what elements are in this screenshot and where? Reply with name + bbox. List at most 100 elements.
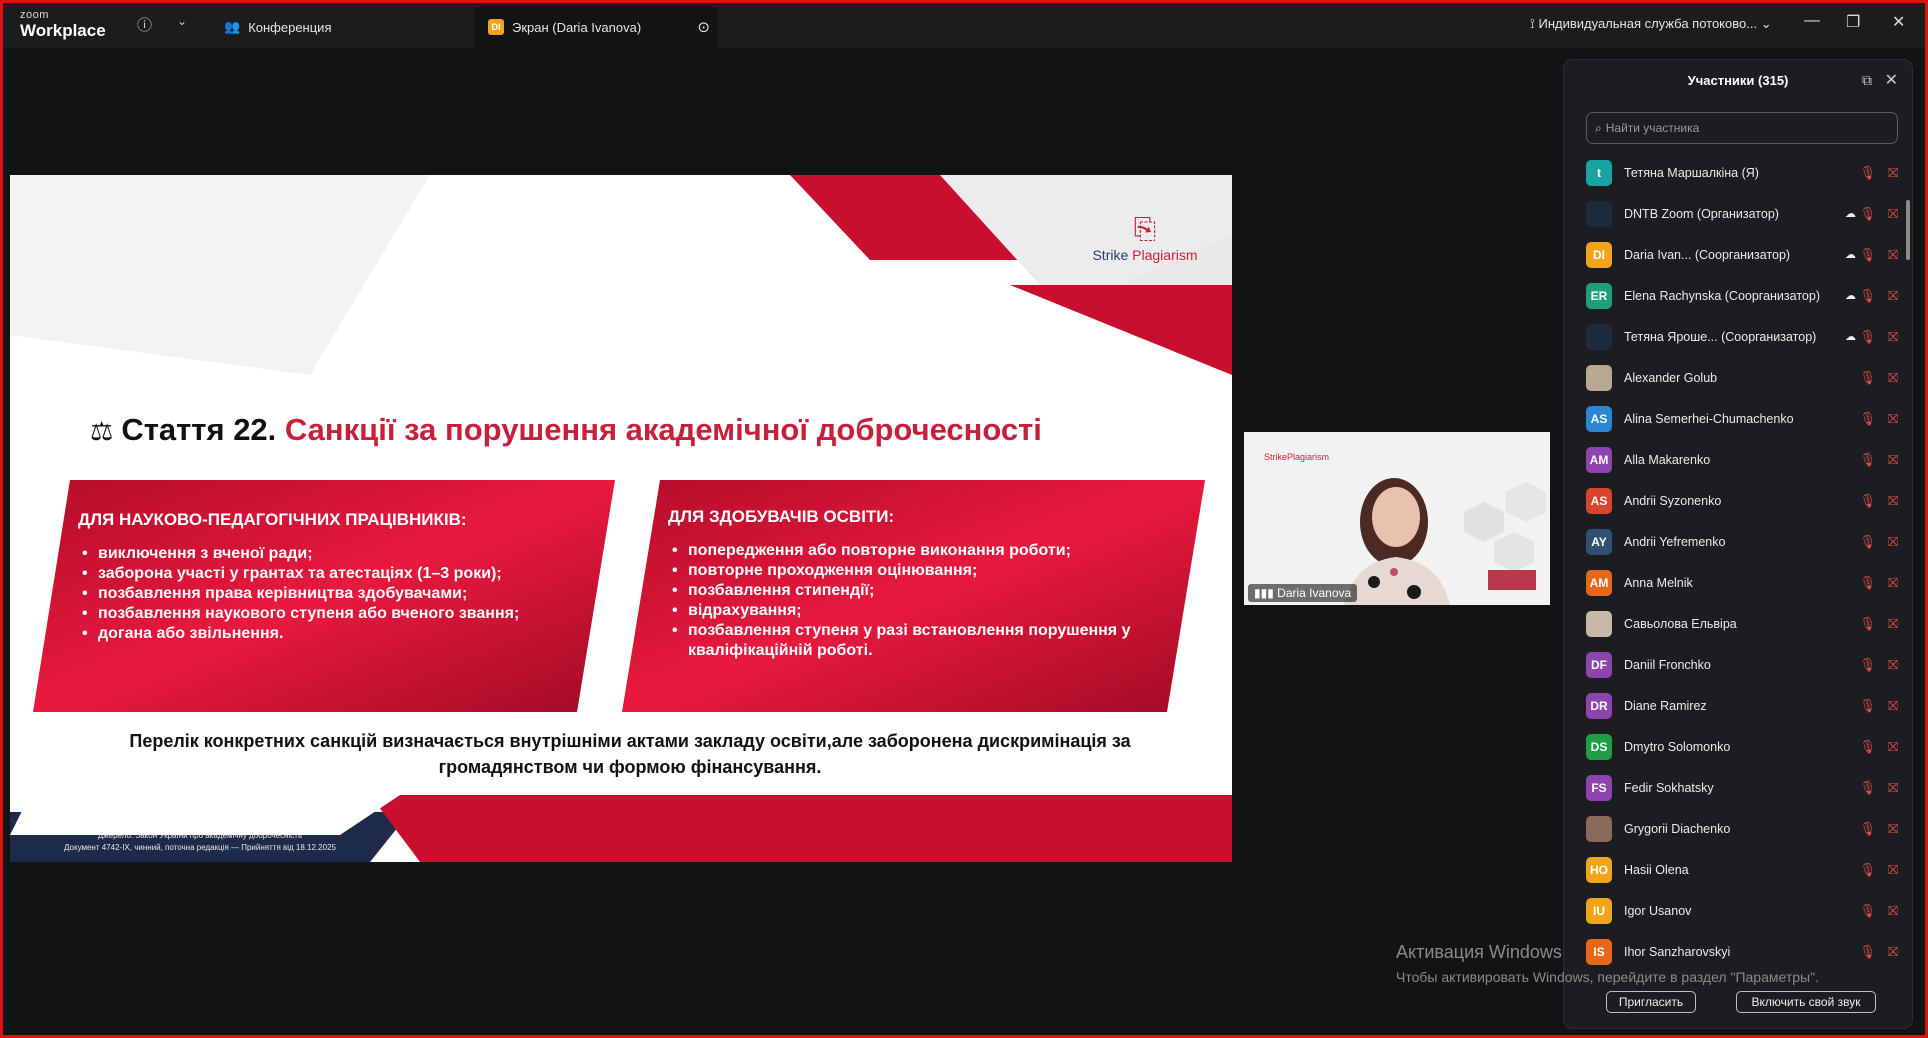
invite-button[interactable]: Пригласить bbox=[1606, 991, 1696, 1013]
list-item: позбавлення стипендії; bbox=[668, 581, 1188, 601]
participant-row[interactable]: AY Andrii Yefremenko 🎙 ⛝ bbox=[1564, 521, 1912, 562]
participant-name: Elena Rachynska (Соорганизатор) bbox=[1624, 288, 1820, 303]
participant-row[interactable]: DR Diane Ramirez 🎙 ⛝ bbox=[1564, 685, 1912, 726]
participant-name: Daria Ivan... (Соорганизатор) bbox=[1624, 247, 1791, 262]
avatar bbox=[1586, 364, 1612, 391]
participant-name: Alexander Golub bbox=[1624, 370, 1718, 385]
participant-name-label: ▮▮▮ Daria Ivanova bbox=[1248, 584, 1358, 602]
list-item: заборона участі у грантах та атестаціях … bbox=[78, 564, 598, 584]
streaming-status[interactable]: ⟟ Индивидуальная служба потоково... ⌄ bbox=[1530, 16, 1772, 32]
mic-muted-icon[interactable]: 🎙 bbox=[1859, 534, 1876, 550]
participant-row[interactable]: DS Dmytro Solomonko 🎙 ⛝ bbox=[1564, 726, 1912, 767]
camera-off-icon[interactable]: ⛝ bbox=[1888, 247, 1898, 263]
participant-row[interactable]: HO Hasii Olena 🎙 ⛝ bbox=[1564, 849, 1912, 890]
mic-muted-icon[interactable]: 🎙 bbox=[1859, 616, 1876, 632]
tab-screen-share[interactable]: DI Экран (Daria Ivanova) ⊙ bbox=[474, 6, 718, 48]
chevron-down-icon[interactable]: ⌄ bbox=[177, 14, 187, 28]
participant-row[interactable]: Тетяна Ярoше... (Соорганизатор) ☁ 🎙 ⛝ bbox=[1564, 316, 1912, 357]
camera-off-icon[interactable]: ⛝ bbox=[1888, 452, 1898, 468]
title-bar: zoom Workplace ⓘ ⌄ 👥 Конференция DI Экра… bbox=[0, 0, 1928, 48]
participant-row[interactable]: ER Elena Rachynska (Соорганизатор) ☁ 🎙 ⛝ bbox=[1564, 275, 1912, 316]
camera-off-icon[interactable]: ⛝ bbox=[1888, 165, 1898, 181]
participant-row[interactable]: DI Daria Ivan... (Соорганизатор) ☁ 🎙 ⛝ bbox=[1564, 234, 1912, 275]
participant-name: Dmytro Solomonko bbox=[1624, 739, 1731, 754]
participant-row[interactable]: AM Alla Makarenko 🎙 ⛝ bbox=[1564, 439, 1912, 480]
close-icon[interactable]: ✕ bbox=[1885, 70, 1898, 90]
tab-conference[interactable]: 👥 Конференция bbox=[210, 6, 345, 48]
camera-off-icon[interactable]: ⛝ bbox=[1888, 944, 1898, 960]
mic-muted-icon[interactable]: 🎙 bbox=[1859, 780, 1876, 796]
mic-muted-icon[interactable]: 🎙 bbox=[1859, 739, 1876, 755]
popout-icon[interactable]: ⧉ bbox=[1862, 72, 1872, 89]
mic-muted-icon[interactable]: 🎙 bbox=[1859, 575, 1876, 591]
search-input[interactable]: ⌕ Найти участника bbox=[1586, 112, 1898, 144]
camera-off-icon[interactable]: ⛝ bbox=[1888, 616, 1898, 632]
minimize-icon[interactable]: — bbox=[1804, 12, 1820, 30]
shared-slide: ⎘ Strike Plagiarism ⚖ Стаття 22. Санкції … bbox=[10, 175, 1232, 862]
participant-row[interactable]: IU Igor Usanov 🎙 ⛝ bbox=[1564, 890, 1912, 931]
camera-off-icon[interactable]: ⛝ bbox=[1888, 329, 1898, 345]
participant-row[interactable]: Савьолова Ельвіра 🎙 ⛝ bbox=[1564, 603, 1912, 644]
camera-off-icon[interactable]: ⛝ bbox=[1888, 780, 1898, 796]
participant-row[interactable]: Grygorii Diachenko 🎙 ⛝ bbox=[1564, 808, 1912, 849]
list-item: відрахування; bbox=[668, 601, 1188, 621]
mic-muted-icon[interactable]: 🎙 bbox=[1859, 821, 1876, 837]
more-icon[interactable]: ⊙ bbox=[697, 18, 710, 36]
participant-row[interactable]: AM Anna Melnik 🎙 ⛝ bbox=[1564, 562, 1912, 603]
participant-row[interactable]: AS Alina Semerhei-Chumachenko 🎙 ⛝ bbox=[1564, 398, 1912, 439]
camera-off-icon[interactable]: ⛝ bbox=[1888, 411, 1898, 427]
mic-muted-icon[interactable]: 🎙 bbox=[1859, 411, 1876, 427]
camera-off-icon[interactable]: ⛝ bbox=[1888, 534, 1898, 550]
participant-name: Diane Ramirez bbox=[1624, 698, 1707, 713]
mic-muted-icon[interactable]: 🎙 bbox=[1859, 288, 1876, 304]
mic-muted-icon[interactable]: 🎙 bbox=[1859, 206, 1876, 222]
camera-off-icon[interactable]: ⛝ bbox=[1888, 739, 1898, 755]
info-icon[interactable]: ⓘ bbox=[137, 14, 152, 35]
video-tile[interactable]: StrikePlagiarism ▮▮▮ Daria Ivanova bbox=[1244, 432, 1550, 605]
camera-off-icon[interactable]: ⛝ bbox=[1888, 370, 1898, 386]
participant-name: Andrii Yefremenko bbox=[1624, 534, 1726, 549]
camera-off-icon[interactable]: ⛝ bbox=[1888, 821, 1898, 837]
camera-off-icon[interactable]: ⛝ bbox=[1888, 698, 1898, 714]
participant-name: Igor Usanov bbox=[1624, 903, 1692, 918]
camera-off-icon[interactable]: ⛝ bbox=[1888, 862, 1898, 878]
participant-name: Daniil Fronchko bbox=[1624, 657, 1711, 672]
mic-muted-icon[interactable]: 🎙 bbox=[1859, 862, 1876, 878]
participant-row[interactable]: AS Andrii Syzonenko 🎙 ⛝ bbox=[1564, 480, 1912, 521]
camera-off-icon[interactable]: ⛝ bbox=[1888, 493, 1898, 509]
mic-muted-icon[interactable]: 🎙 bbox=[1859, 165, 1876, 181]
participant-row[interactable]: DF Daniil Fronchko 🎙 ⛝ bbox=[1564, 644, 1912, 685]
avatar: FS bbox=[1586, 774, 1612, 801]
close-icon[interactable]: ✕ bbox=[1892, 12, 1905, 32]
mic-muted-icon[interactable]: 🎙 bbox=[1859, 944, 1876, 960]
camera-off-icon[interactable]: ⛝ bbox=[1888, 288, 1898, 304]
mic-muted-icon[interactable]: 🎙 bbox=[1859, 452, 1876, 468]
mic-muted-icon[interactable]: 🎙 bbox=[1859, 247, 1876, 263]
camera-off-icon[interactable]: ⛝ bbox=[1888, 206, 1898, 222]
document-icon: ⎘ bbox=[1133, 213, 1157, 244]
mic-muted-icon[interactable]: 🎙 bbox=[1859, 903, 1876, 919]
zoom-logo: zoom Workplace bbox=[20, 9, 106, 40]
participant-row[interactable]: DNTB Zoom (Организатор) ☁ 🎙 ⛝ bbox=[1564, 193, 1912, 234]
camera-off-icon[interactable]: ⛝ bbox=[1888, 575, 1898, 591]
participants-panel: Участники (315) ⧉ ✕ ⌕ Найти участника tТ… bbox=[1563, 59, 1913, 1029]
avatar bbox=[1586, 610, 1612, 637]
unmute-button[interactable]: Включить свой звук bbox=[1736, 991, 1876, 1013]
participant-name: Grygorii Diachenko bbox=[1624, 821, 1731, 836]
mic-muted-icon[interactable]: 🎙 bbox=[1859, 698, 1876, 714]
mic-muted-icon[interactable]: 🎙 bbox=[1859, 329, 1876, 345]
camera-off-icon[interactable]: ⛝ bbox=[1888, 657, 1898, 673]
people-icon: 👥 bbox=[224, 19, 241, 34]
mic-muted-icon[interactable]: 🎙 bbox=[1859, 657, 1876, 673]
participant-row[interactable]: Alexander Golub 🎙 ⛝ bbox=[1564, 357, 1912, 398]
participant-row[interactable]: FS Fedir Sokhatsky 🎙 ⛝ bbox=[1564, 767, 1912, 808]
scrollbar[interactable] bbox=[1906, 200, 1910, 260]
list-item: виключення з вченої ради; bbox=[78, 544, 598, 564]
participant-name: Anna Melnik bbox=[1624, 575, 1693, 590]
mic-muted-icon[interactable]: 🎙 bbox=[1859, 493, 1876, 509]
camera-off-icon[interactable]: ⛝ bbox=[1888, 903, 1898, 919]
restore-icon[interactable]: ❐ bbox=[1846, 12, 1860, 32]
participant-row[interactable]: t Тетяна Маршалкіна (Я) 🎙 ⛝ bbox=[1564, 152, 1912, 193]
mic-muted-icon[interactable]: 🎙 bbox=[1859, 370, 1876, 386]
participant-name: Hasii Olena bbox=[1624, 862, 1689, 877]
